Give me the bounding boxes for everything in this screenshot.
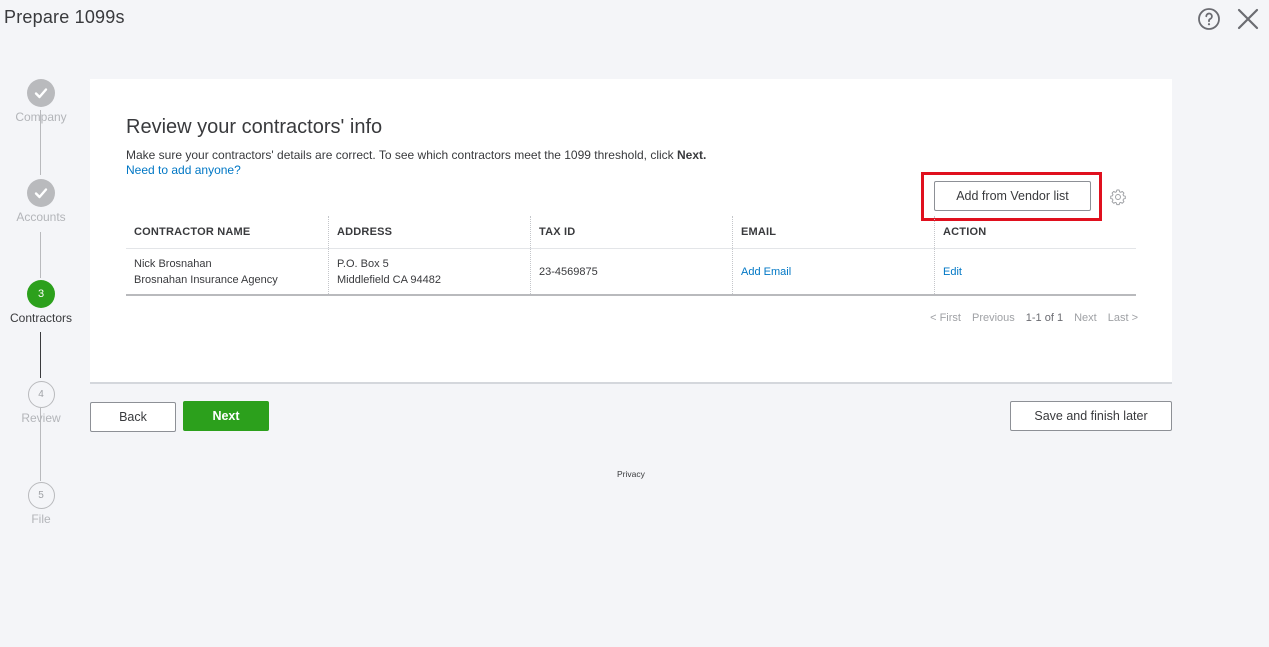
contractor-company: Brosnahan Insurance Agency xyxy=(134,273,278,286)
save-and-finish-later-button[interactable]: Save and finish later xyxy=(1010,401,1172,431)
contractors-table: CONTRACTOR NAME ADDRESS TAX ID EMAIL ACT… xyxy=(126,216,1136,296)
gear-icon[interactable] xyxy=(1109,188,1127,206)
description-bold: Next. xyxy=(677,148,707,162)
step-contractors[interactable]: 3 Contractors xyxy=(0,280,82,325)
checkmark-icon xyxy=(27,79,55,107)
step-number: 5 xyxy=(27,482,55,509)
pagination: < First Previous 1-1 of 1 Next Last > xyxy=(930,312,1138,324)
add-email-link[interactable]: Add Email xyxy=(741,264,926,280)
step-number: 3 xyxy=(27,280,55,308)
need-to-add-link[interactable]: Need to add anyone? xyxy=(126,163,241,177)
add-from-vendor-list-button[interactable]: Add from Vendor list xyxy=(934,181,1091,211)
contractor-name: Nick Brosnahan xyxy=(134,257,212,270)
page-title: Prepare 1099s xyxy=(4,7,125,27)
step-label: Review xyxy=(21,411,61,425)
privacy-link[interactable]: Privacy xyxy=(617,469,645,479)
step-label: Contractors xyxy=(9,311,73,325)
step-company[interactable]: Company xyxy=(0,79,82,124)
cell-email: Add Email xyxy=(733,249,935,294)
column-header-email[interactable]: EMAIL xyxy=(733,216,935,248)
pagination-next[interactable]: Next xyxy=(1074,312,1097,324)
address-line2: Middlefield CA 94482 xyxy=(337,273,441,286)
section-description: Make sure your contractors' details are … xyxy=(126,148,706,162)
top-toolbar xyxy=(1197,6,1261,32)
step-file[interactable]: 5 File xyxy=(0,482,82,526)
step-accounts[interactable]: Accounts xyxy=(0,179,82,224)
table-header: CONTRACTOR NAME ADDRESS TAX ID EMAIL ACT… xyxy=(126,216,1136,249)
pagination-range: 1-1 of 1 xyxy=(1025,312,1064,324)
step-label: Company xyxy=(15,110,67,124)
next-button[interactable]: Next xyxy=(183,401,269,431)
step-connector xyxy=(40,332,41,378)
column-header-name[interactable]: CONTRACTOR NAME xyxy=(126,216,329,248)
help-icon[interactable] xyxy=(1197,7,1221,31)
table-row: Nick Brosnahan Brosnahan Insurance Agenc… xyxy=(126,249,1136,296)
close-icon[interactable] xyxy=(1235,6,1261,32)
tax-id: 23-4569875 xyxy=(539,265,598,278)
step-review[interactable]: 4 Review xyxy=(0,381,82,425)
cell-action: Edit xyxy=(935,249,1136,294)
cell-address: P.O. Box 5 Middlefield CA 94482 xyxy=(329,249,531,294)
pagination-previous[interactable]: Previous xyxy=(972,312,1015,324)
cell-contractor-name: Nick Brosnahan Brosnahan Insurance Agenc… xyxy=(126,249,329,294)
cell-tax-id: 23-4569875 xyxy=(531,249,733,294)
address-line1: P.O. Box 5 xyxy=(337,257,389,270)
description-text: Make sure your contractors' details are … xyxy=(126,148,677,162)
checkmark-icon xyxy=(27,179,55,207)
column-header-tax-id[interactable]: TAX ID xyxy=(531,216,733,248)
column-header-address[interactable]: ADDRESS xyxy=(329,216,531,248)
step-connector xyxy=(40,232,41,278)
step-label: File xyxy=(31,512,51,526)
pagination-first[interactable]: < First xyxy=(930,312,961,324)
section-title: Review your contractors' info xyxy=(126,116,383,138)
column-header-action: ACTION xyxy=(943,226,987,238)
step-number: 4 xyxy=(27,381,55,408)
contractors-card: Review your contractors' info Make sure … xyxy=(90,79,1172,384)
back-button[interactable]: Back xyxy=(90,402,176,432)
edit-link[interactable]: Edit xyxy=(943,264,1128,280)
step-label: Accounts xyxy=(16,210,66,224)
pagination-last[interactable]: Last > xyxy=(1108,312,1138,324)
